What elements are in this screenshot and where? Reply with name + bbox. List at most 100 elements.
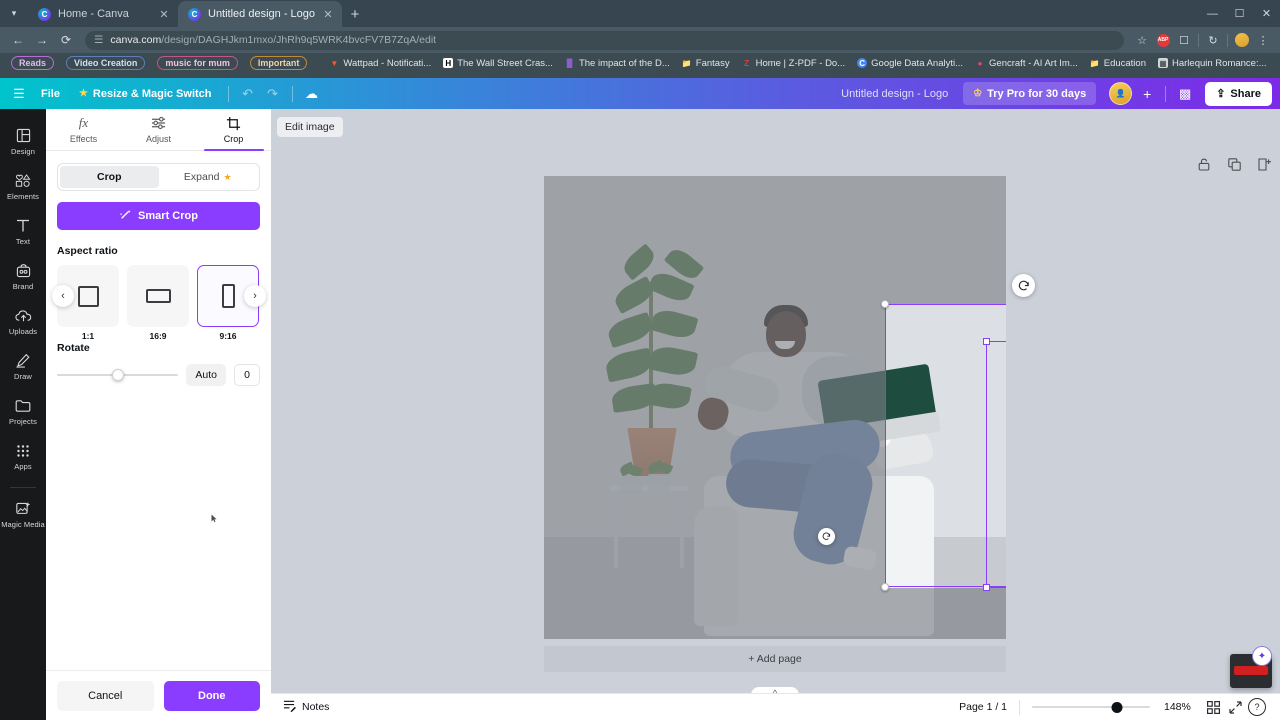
minimize-icon[interactable]: — bbox=[1199, 0, 1226, 27]
add-page-icon[interactable] bbox=[1256, 156, 1272, 172]
crop-selection-box[interactable] bbox=[986, 341, 1006, 588]
aspect-ratio-title: Aspect ratio bbox=[57, 245, 118, 257]
gencraft-icon: ● bbox=[977, 58, 983, 68]
tab-adjust[interactable]: Adjust bbox=[121, 109, 196, 150]
sidebar-item-text[interactable]: Text bbox=[0, 209, 46, 254]
share-button[interactable]: ⇪ Share bbox=[1205, 81, 1272, 106]
bookmark-reads[interactable]: Reads bbox=[6, 55, 59, 71]
rotate-slider[interactable] bbox=[57, 367, 179, 383]
avatar-icon[interactable] bbox=[1232, 30, 1252, 50]
undo-arrow-icon[interactable]: ↶ bbox=[237, 83, 259, 105]
plus-icon[interactable]: + bbox=[1137, 84, 1157, 104]
resize-handle-top-left[interactable] bbox=[881, 300, 889, 308]
expand-icon[interactable] bbox=[1224, 696, 1246, 718]
help-button[interactable]: ? bbox=[1246, 696, 1268, 718]
panel-body: Crop Expand ★ Smart Crop Aspect ratio 1:… bbox=[46, 151, 271, 670]
sidebar-item-elements[interactable]: Elements bbox=[0, 164, 46, 209]
sidebar-item-design[interactable]: Design bbox=[0, 119, 46, 164]
rotate-small-icon[interactable] bbox=[818, 528, 835, 545]
address-bar[interactable]: ☰ canva.com/design/DAGHJkm1mxo/JhRh9q5WR… bbox=[85, 30, 1124, 50]
sidebar-item-magic-media[interactable]: Magic Media bbox=[0, 492, 46, 537]
bookmark-harlequin-romance[interactable]: ▦ Harlequin Romance:... bbox=[1153, 57, 1272, 70]
add-page-button[interactable]: + Add page bbox=[544, 646, 1006, 672]
bookmark-important[interactable]: Important bbox=[245, 55, 313, 71]
adblock-icon[interactable]: ABP bbox=[1153, 30, 1173, 50]
browser-tab-1[interactable]: C Untitled design - Logo ✕ bbox=[178, 1, 343, 27]
chevron-right-icon[interactable]: › bbox=[244, 285, 266, 307]
tab-search-icon[interactable]: ▾ bbox=[0, 0, 28, 27]
maximize-icon[interactable]: ☐ bbox=[1226, 0, 1253, 27]
bookmark-video-creation[interactable]: Video Creation bbox=[61, 55, 150, 71]
document-title[interactable]: Untitled design - Logo bbox=[841, 88, 948, 100]
window-controls: — ☐ ✕ bbox=[1199, 0, 1280, 27]
puzzle-icon[interactable]: ☐ bbox=[1174, 30, 1194, 50]
rotate-auto-button[interactable]: Auto bbox=[186, 364, 226, 386]
cloud-saved-icon[interactable]: ☁ bbox=[301, 83, 323, 105]
slider-handle[interactable] bbox=[111, 369, 124, 381]
close-window-icon[interactable]: ✕ bbox=[1253, 0, 1280, 27]
close-icon[interactable]: ✕ bbox=[322, 8, 334, 21]
avatar[interactable]: 👤 bbox=[1109, 82, 1133, 105]
kebab-menu-icon[interactable]: ⋮ bbox=[1253, 30, 1273, 50]
sidebar-item-draw[interactable]: Draw bbox=[0, 344, 46, 389]
chevron-left-icon[interactable]: ‹ bbox=[52, 285, 74, 307]
lock-icon[interactable] bbox=[1196, 156, 1212, 172]
redo-arrow-icon[interactable]: ↷ bbox=[262, 83, 284, 105]
bookmark-google-data-analytics[interactable]: C Google Data Analyti... bbox=[852, 57, 968, 70]
aspect-ratio-option-16-9[interactable] bbox=[127, 265, 189, 327]
design-page[interactable] bbox=[544, 176, 1006, 639]
edit-image-button[interactable]: Edit image bbox=[277, 117, 343, 137]
bookmark-free-download-books[interactable]: ➤ Free Download Books bbox=[1274, 57, 1280, 70]
back-icon[interactable]: ← bbox=[7, 29, 29, 51]
notes-button[interactable]: Notes bbox=[283, 699, 329, 715]
bookmark-gencraft[interactable]: ● Gencraft - AI Art Im... bbox=[970, 57, 1083, 70]
bookmark-folder-fantasy[interactable]: 📁 Fantasy bbox=[677, 57, 735, 70]
rotate-controls: Auto 0 bbox=[57, 364, 260, 386]
resize-handle-bottom-left[interactable] bbox=[881, 583, 889, 591]
tab-crop[interactable]: Crop bbox=[196, 109, 271, 151]
bookmark-z-pdf[interactable]: Z Home | Z-PDF - Do... bbox=[737, 57, 851, 70]
sidebar-item-uploads[interactable]: Uploads bbox=[0, 299, 46, 344]
history-icon[interactable]: ↻ bbox=[1203, 30, 1223, 50]
star-icon[interactable]: ☆ bbox=[1132, 30, 1152, 50]
crop-handle-top-left[interactable] bbox=[983, 338, 990, 345]
bookmark-wattpad[interactable]: ▼ Wattpad - Notificati... bbox=[324, 57, 436, 70]
bookmark-music-for-mum[interactable]: music for mum bbox=[152, 55, 243, 71]
try-pro-button[interactable]: ♔ Try Pro for 30 days bbox=[963, 82, 1097, 105]
rotate-value-input[interactable]: 0 bbox=[234, 364, 260, 386]
tab-effects[interactable]: fx Effects bbox=[46, 109, 121, 150]
file-menu-button[interactable]: File bbox=[33, 83, 68, 105]
browser-tab-0[interactable]: C Home - Canva ✕ bbox=[28, 1, 178, 27]
hamburger-icon[interactable]: ☰ bbox=[8, 83, 30, 105]
new-tab-button[interactable]: + bbox=[342, 1, 368, 27]
forward-icon[interactable]: → bbox=[31, 29, 53, 51]
bookmark-impact-of-d[interactable]: ▉ The impact of the D... bbox=[560, 57, 675, 70]
bookmark-folder-education[interactable]: 📁 Education bbox=[1085, 57, 1151, 70]
reload-icon[interactable]: ⟳ bbox=[55, 29, 77, 51]
segment-expand[interactable]: Expand ★ bbox=[159, 166, 258, 188]
design-icon bbox=[16, 127, 31, 144]
segment-crop[interactable]: Crop bbox=[60, 166, 159, 188]
zoom-slider[interactable] bbox=[1032, 699, 1150, 715]
grid-view-icon[interactable] bbox=[1202, 696, 1224, 718]
slider-handle[interactable] bbox=[1111, 701, 1123, 713]
bookmark-wall-street[interactable]: H The Wall Street Cras... bbox=[438, 57, 558, 70]
duplicate-icon[interactable] bbox=[1226, 156, 1242, 172]
smart-crop-button[interactable]: Smart Crop bbox=[57, 202, 260, 230]
cancel-button[interactable]: Cancel bbox=[57, 680, 154, 711]
done-button[interactable]: Done bbox=[163, 680, 260, 711]
close-icon[interactable]: ✕ bbox=[158, 8, 170, 21]
notes-label: Notes bbox=[302, 701, 330, 713]
bar-chart-icon[interactable]: ▩ bbox=[1174, 83, 1196, 105]
sidebar-item-brand[interactable]: Brand bbox=[0, 254, 46, 299]
sidebar-item-apps[interactable]: Apps bbox=[0, 434, 46, 479]
magic-sparkle-icon[interactable]: ✦ bbox=[1252, 646, 1272, 666]
sidebar-item-projects[interactable]: Projects bbox=[0, 389, 46, 434]
crop-handle-bottom-left[interactable] bbox=[983, 584, 990, 591]
floating-thumbnail-widget[interactable]: ✦ bbox=[1230, 646, 1274, 688]
editor-canvas-area: Edit image + Add page bbox=[271, 109, 1280, 720]
resize-magic-switch-button[interactable]: ★ Resize & Magic Switch bbox=[71, 83, 220, 105]
tune-icon[interactable]: ☰ bbox=[94, 34, 103, 46]
rotate-icon[interactable] bbox=[1012, 274, 1035, 297]
bookmark-label: Important bbox=[249, 56, 308, 70]
